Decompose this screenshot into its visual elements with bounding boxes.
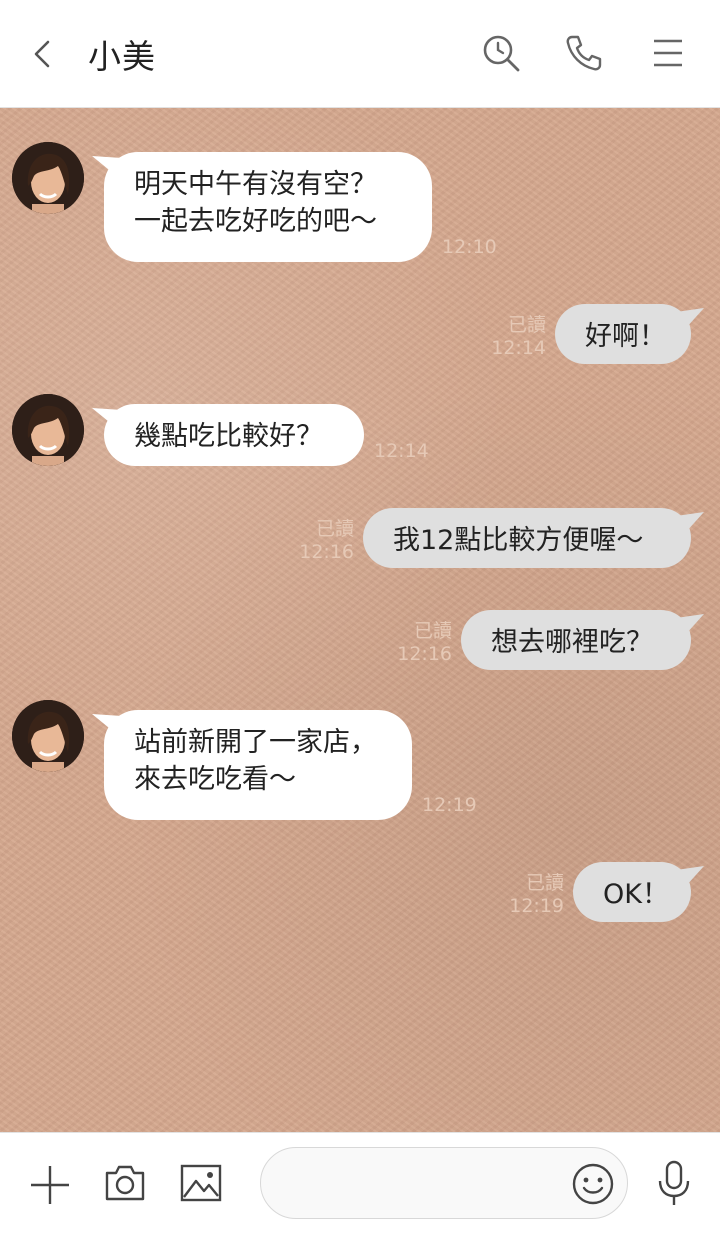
contact-avatar[interactable] bbox=[12, 394, 84, 466]
contact-avatar[interactable] bbox=[12, 142, 84, 214]
message-timestamp: 12:14 bbox=[491, 337, 546, 359]
message-timestamp: 12:19 bbox=[509, 895, 564, 917]
search-icon[interactable] bbox=[480, 32, 522, 74]
read-receipt: 已讀 bbox=[413, 620, 452, 642]
message-timestamp: 12:16 bbox=[397, 643, 452, 665]
message-bubble-incoming[interactable]: 幾點吃比較好？ bbox=[104, 404, 364, 466]
bubble-tail bbox=[676, 866, 704, 886]
phone-icon[interactable] bbox=[563, 32, 605, 74]
menu-icon[interactable] bbox=[648, 32, 690, 74]
plus-icon[interactable] bbox=[28, 1163, 72, 1207]
message-bubble-incoming[interactable]: 站前新開了一家店， 來去吃吃看～ bbox=[104, 710, 412, 820]
message-timestamp: 12:10 bbox=[442, 236, 497, 258]
bubble-tail bbox=[676, 308, 704, 328]
message-bubble-outgoing[interactable]: 我12點比較方便喔～ bbox=[363, 508, 691, 568]
chat-message-area[interactable]: 明天中午有沒有空？ 一起去吃好吃的吧～ 12:10 已讀 12:14 好啊！ 幾… bbox=[0, 108, 720, 1132]
message-input-bar bbox=[0, 1132, 720, 1233]
read-receipt: 已讀 bbox=[315, 518, 354, 540]
message-input[interactable] bbox=[287, 1166, 571, 1204]
message-timestamp: 12:19 bbox=[422, 794, 477, 816]
microphone-icon[interactable] bbox=[654, 1159, 694, 1209]
message-input-box[interactable] bbox=[260, 1147, 628, 1219]
bubble-tail bbox=[676, 512, 704, 532]
contact-avatar[interactable] bbox=[12, 700, 84, 772]
emoji-icon[interactable] bbox=[571, 1162, 615, 1206]
bubble-tail bbox=[676, 614, 704, 634]
chat-title: 小美 bbox=[88, 37, 156, 76]
message-bubble-incoming[interactable]: 明天中午有沒有空？ 一起去吃好吃的吧～ bbox=[104, 152, 432, 262]
camera-icon[interactable] bbox=[104, 1163, 146, 1203]
image-icon[interactable] bbox=[180, 1163, 222, 1203]
read-receipt: 已讀 bbox=[507, 314, 546, 336]
chat-header: 小美 bbox=[0, 0, 720, 108]
message-bubble-outgoing[interactable]: 想去哪裡吃？ bbox=[461, 610, 691, 670]
read-receipt: 已讀 bbox=[525, 872, 564, 894]
message-bubble-outgoing[interactable]: OK！ bbox=[573, 862, 691, 922]
back-arrow-icon[interactable] bbox=[26, 34, 62, 74]
message-timestamp: 12:14 bbox=[374, 440, 429, 462]
message-bubble-outgoing[interactable]: 好啊！ bbox=[555, 304, 691, 364]
message-timestamp: 12:16 bbox=[299, 541, 354, 563]
